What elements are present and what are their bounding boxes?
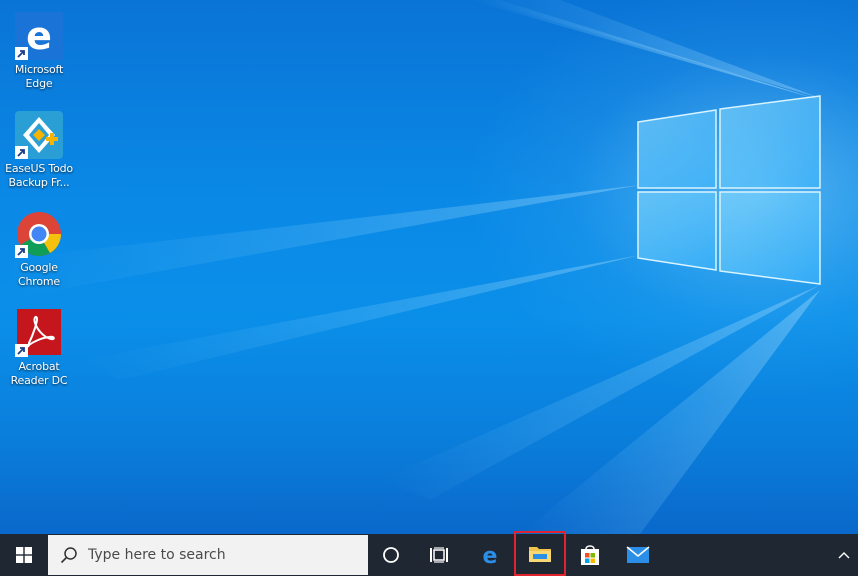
- edge-icon: e: [483, 544, 498, 566]
- shortcut-arrow-icon: [15, 245, 28, 258]
- shortcut-arrow-icon: [15, 146, 28, 159]
- mail-icon: [626, 546, 650, 563]
- taskbar-file-explorer-button[interactable]: [514, 531, 566, 576]
- desktop: e Microsoft Edge EaseUS Todo Backup Fr..…: [0, 0, 858, 576]
- store-bag-icon: [581, 545, 599, 565]
- chevron-up-icon: [838, 552, 850, 559]
- desktop-icon-label: Microsoft Edge: [14, 63, 64, 90]
- taskbar-edge-button[interactable]: e: [466, 534, 514, 576]
- svg-text:e: e: [483, 544, 498, 566]
- desktop-icon-acrobat-reader[interactable]: Acrobat Reader DC: [4, 309, 74, 388]
- desktop-icon-easeus-todo-backup[interactable]: EaseUS Todo Backup Fr...: [4, 111, 74, 190]
- show-hidden-icons-button[interactable]: [830, 534, 858, 576]
- windows-logo-wallpaper: [637, 95, 821, 285]
- svg-text:e: e: [26, 14, 52, 58]
- easeus-todo-backup-icon: [15, 111, 63, 159]
- desktop-icon-label: Google Chrome: [18, 261, 60, 288]
- search-box[interactable]: Type here to search: [48, 535, 368, 575]
- chrome-icon: [15, 210, 63, 258]
- taskbar-store-button[interactable]: [566, 534, 614, 576]
- desktop-icon-google-chrome[interactable]: Google Chrome: [4, 210, 74, 289]
- search-icon: [60, 547, 77, 564]
- task-view-button[interactable]: [416, 534, 462, 576]
- search-placeholder: Type here to search: [88, 547, 226, 563]
- shortcut-arrow-icon: [15, 344, 28, 357]
- acrobat-reader-icon: [15, 309, 63, 357]
- shortcut-arrow-icon: [15, 47, 28, 60]
- desktop-icon-label: EaseUS Todo Backup Fr...: [5, 162, 73, 189]
- start-button[interactable]: [0, 534, 48, 576]
- edge-icon: e: [15, 12, 63, 60]
- task-view-icon: [430, 547, 448, 563]
- desktop-icon-label: Acrobat Reader DC: [10, 360, 68, 387]
- desktop-icon-microsoft-edge[interactable]: e Microsoft Edge: [4, 12, 74, 91]
- taskbar: Type here to search e: [0, 531, 858, 576]
- cortana-circle-icon: [383, 547, 399, 563]
- windows-start-icon: [16, 547, 32, 563]
- taskbar-mail-button[interactable]: [614, 534, 662, 576]
- folder-icon: [529, 546, 551, 562]
- cortana-button[interactable]: [368, 534, 414, 576]
